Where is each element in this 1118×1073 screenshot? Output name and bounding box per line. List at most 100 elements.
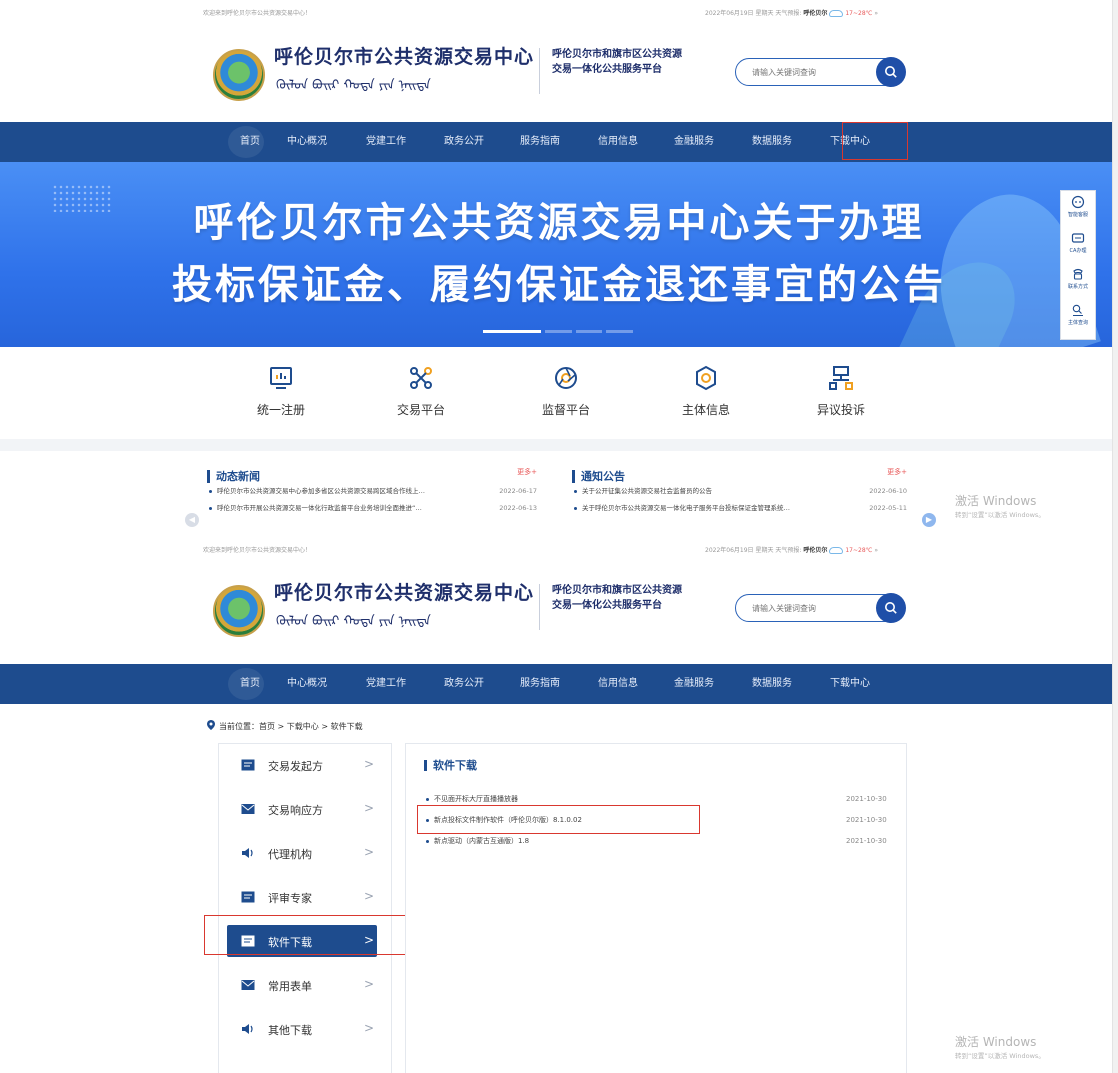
search-button[interactable] <box>876 57 906 87</box>
weather-more-link[interactable]: » <box>874 10 878 17</box>
quick-complaints[interactable]: 异议投诉 <box>786 365 896 418</box>
quick-unified-registration[interactable]: 统一注册 <box>226 365 336 418</box>
weather-temp: 17~28℃ <box>845 10 873 17</box>
mongolian-script-name: ᠬᠥᠯᠦᠨ ᠪᠤᠢᠷ ᠬᠣᠳᠠ ᠶᠢᠨ ᠨᠡᠢᠲᠡ <box>276 78 431 93</box>
menu-item-common-forms[interactable]: 常用表单 > <box>227 969 377 1001</box>
mongolian-script-name: ᠬᠥᠯᠦᠨ ᠪᠤᠢᠷ ᠬᠣᠳᠠ ᠶᠢᠨ ᠨᠡᠢᠲᠡ <box>276 614 431 629</box>
download-center-screenshot: 欢迎来到呼伦贝尔市公共资源交易中心！ 2022年06月19日 星期天 天气预报:… <box>0 540 1118 1073</box>
side-contact[interactable]: 联系方式 <box>1061 263 1095 299</box>
menu-item-other-downloads[interactable]: 其他下载 > <box>227 1013 377 1045</box>
nav-credit-info[interactable]: 信用信息 <box>594 122 670 162</box>
nav-service-guide[interactable]: 服务指南 <box>516 122 594 162</box>
hero-banner[interactable]: 呼伦贝尔市公共资源交易中心关于办理 投标保证金、履约保证金退还事宜的公告 <box>0 162 1118 347</box>
menu-item-responder[interactable]: 交易响应方 > <box>227 793 377 825</box>
nav-download-center[interactable]: 下载中心 <box>826 664 896 704</box>
nav-credit-info[interactable]: 信用信息 <box>594 664 670 704</box>
side-smart-service[interactable]: 智能客服 <box>1061 191 1095 227</box>
next-arrow-button[interactable]: ▶ <box>922 513 936 527</box>
menu-item-agency[interactable]: 代理机构 > <box>227 837 377 869</box>
nav-home[interactable]: 首页 <box>222 664 282 704</box>
weather-label: 天气预报: <box>775 547 802 554</box>
download-item[interactable]: 不见面开标大厅直播播放器 2021-10-30 <box>424 792 894 806</box>
weather-city: 呼伦贝尔 <box>803 10 828 17</box>
chevron-right-icon: > <box>364 889 375 903</box>
nav-center-overview[interactable]: 中心概况 <box>282 664 362 704</box>
nav-government-affairs[interactable]: 政务公开 <box>440 122 516 162</box>
chevron-right-icon: > <box>364 757 375 771</box>
quick-supervision-platform[interactable]: 监督平台 <box>511 365 621 418</box>
weather-more-link[interactable]: » <box>874 547 878 554</box>
news-section: 动态新闻 更多+ 呼伦贝尔市公共资源交易中心参加多省区公共资源交易跨区域合作线上… <box>207 465 537 540</box>
scrollbar[interactable] <box>1112 540 1118 1073</box>
search-button[interactable] <box>876 593 906 623</box>
site-logo[interactable] <box>213 49 265 101</box>
search-input[interactable] <box>752 601 862 615</box>
nav-service-guide[interactable]: 服务指南 <box>516 664 594 704</box>
side-ca-service[interactable]: CA办理 <box>1061 227 1095 263</box>
nav-financial-services[interactable]: 金融服务 <box>670 122 748 162</box>
floating-side-toolbar: 智能客服 CA办理 联系方式 主体查询 <box>1060 190 1096 340</box>
carousel-dot[interactable] <box>575 330 603 333</box>
nav-center-overview[interactable]: 中心概况 <box>282 122 362 162</box>
download-item[interactable]: 新点驱动（内蒙古互通版）1.8 2021-10-30 <box>424 834 894 848</box>
breadcrumb: 当前位置：首页 > 下载中心 > 软件下载 <box>207 720 363 732</box>
windows-activation-watermark: 激活 Windows 转到“设置”以激活 Windows。 <box>955 494 1045 519</box>
software-item-highlight <box>417 805 700 834</box>
notices-more-link[interactable]: 更多+ <box>887 467 907 477</box>
news-more-link[interactable]: 更多+ <box>517 467 537 477</box>
news-title: 动态新闻 <box>207 470 260 483</box>
carousel-dot-active[interactable] <box>483 330 542 333</box>
chevron-right-icon: ▶ <box>925 515 933 524</box>
nav-home[interactable]: 首页 <box>222 122 282 162</box>
envelope-icon <box>241 804 255 814</box>
nav-data-services[interactable]: 数据服务 <box>748 664 826 704</box>
envelope-icon <box>241 980 255 990</box>
site-header: 呼伦贝尔市公共资源交易中心 ᠬᠥᠯᠦᠨ ᠪᠤᠢᠷ ᠬᠣᠳᠠ ᠶᠢᠨ ᠨᠡᠢᠲᠡ … <box>0 558 1100 658</box>
software-download-highlight <box>204 915 409 955</box>
weather-info: 2022年06月19日 星期天 天气预报: 呼伦贝尔 17~28℃ » <box>705 545 878 554</box>
org-name: 呼伦贝尔市公共资源交易中心 <box>274 582 535 604</box>
nav-data-services[interactable]: 数据服务 <box>748 122 826 162</box>
quick-entity-info[interactable]: 主体信息 <box>651 365 761 418</box>
menu-item-initiator[interactable]: 交易发起方 > <box>227 749 377 781</box>
chevron-left-icon: ◀ <box>188 515 196 524</box>
hexagon-icon <box>696 365 716 391</box>
news-item[interactable]: 呼伦贝尔市开展公共资源交易一体化行政监督平台业务培训全面推进“… 2022-06-… <box>207 500 537 517</box>
header-divider <box>539 48 540 94</box>
search-box <box>735 593 906 623</box>
chevron-right-icon: > <box>364 977 375 991</box>
carousel-indicator[interactable] <box>483 330 633 333</box>
sitemap-icon <box>829 366 853 390</box>
current-date: 2022年06月19日 星期天 <box>705 10 774 17</box>
side-entity-query[interactable]: 主体查询 <box>1061 299 1095 335</box>
quick-trading-platform[interactable]: 交易平台 <box>366 365 476 418</box>
carousel-dot[interactable] <box>606 330 633 333</box>
news-item[interactable]: 呼伦贝尔市公共资源交易中心参加多省区公共资源交易跨区域合作线上… 2022-06-… <box>207 483 537 500</box>
nav-party-work[interactable]: 党建工作 <box>362 664 440 704</box>
document-icon <box>241 759 255 771</box>
prev-arrow-button[interactable]: ◀ <box>185 513 199 527</box>
scrollbar[interactable] <box>1112 0 1118 540</box>
notice-item[interactable]: 关于公开征集公共资源交易社会监督员的公告 2022-06-10 <box>572 483 907 500</box>
site-logo[interactable] <box>213 585 265 637</box>
speaker-icon <box>242 848 253 858</box>
platform-title: 呼伦贝尔市和旗市区公共资源交易一体化公共服务平台 <box>552 585 682 611</box>
header-divider <box>539 584 540 630</box>
search-box <box>735 57 906 87</box>
notice-item[interactable]: 关于呼伦贝尔市公共资源交易一体化电子服务平台投标保证金管理系统… 2022-05-… <box>572 500 907 517</box>
notices-section: 通知公告 更多+ 关于公开征集公共资源交易社会监督员的公告 2022-06-10 … <box>572 465 907 540</box>
search-icon <box>885 602 897 614</box>
nav-government-affairs[interactable]: 政务公开 <box>440 664 516 704</box>
current-date: 2022年06月19日 星期天 <box>705 547 774 554</box>
carousel-dot[interactable] <box>545 330 572 333</box>
menu-item-experts[interactable]: 评审专家 > <box>227 881 377 913</box>
panel-title: 软件下载 <box>424 760 477 771</box>
nav-party-work[interactable]: 党建工作 <box>362 122 440 162</box>
search-input[interactable] <box>752 65 862 79</box>
cloud-icon <box>829 10 844 17</box>
nav-financial-services[interactable]: 金融服务 <box>670 664 748 704</box>
id-card-icon <box>1071 233 1085 243</box>
banner-headline-line2: 投标保证金、履约保证金退还事宜的公告 <box>172 261 946 308</box>
weather-info: 2022年06月19日 星期天 天气预报: 呼伦贝尔 17~28℃ » <box>705 8 878 17</box>
welcome-text: 欢迎来到呼伦贝尔市公共资源交易中心！ <box>203 10 312 17</box>
